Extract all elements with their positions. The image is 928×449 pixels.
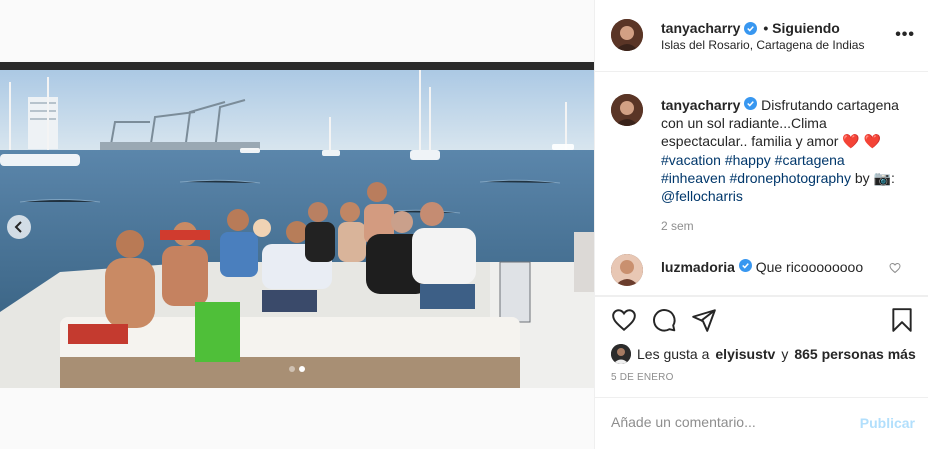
caption-text: tanyacharry Disfrutando cartagena con un…	[661, 96, 913, 205]
boat-family-photo	[0, 62, 594, 388]
instagram-post-page: tanyacharry • Siguiendo Islas del Rosari…	[0, 0, 928, 449]
comment-icon[interactable]	[651, 307, 677, 333]
likes-summary: Les gusta a elyisustv y 865 personas más	[611, 344, 916, 364]
username-link[interactable]: tanyacharry	[661, 97, 740, 113]
likes-prefix: Les gusta a	[637, 346, 710, 362]
avatar[interactable]	[611, 94, 643, 126]
camera-icon: 📷	[873, 169, 891, 186]
mention-link[interactable]: @fellocharris	[661, 188, 743, 204]
username-link[interactable]: luzmadoria	[661, 259, 735, 275]
username-link[interactable]: tanyacharry	[661, 20, 740, 36]
carousel-indicator	[0, 366, 594, 372]
comment-body: Que ricoooooooo	[755, 259, 864, 275]
carousel-dot-active	[299, 366, 305, 372]
publish-button[interactable]: Publicar	[860, 415, 915, 431]
location-link[interactable]: Islas del Rosario, Cartagena de Indias	[661, 38, 864, 52]
liker-username-link[interactable]: elyisustv	[715, 346, 775, 362]
hashtag-link[interactable]: #inheaven	[661, 170, 726, 186]
caption-colon: :	[890, 169, 895, 186]
comment-input[interactable]	[611, 414, 851, 430]
caption-by: by	[854, 169, 870, 186]
verified-badge-icon	[744, 21, 758, 35]
hashtag-link[interactable]: #cartagena	[775, 152, 845, 168]
follow-status-button[interactable]: • Siguiendo	[763, 20, 839, 36]
post-author: tanyacharry • Siguiendo	[661, 20, 840, 36]
caption-timestamp[interactable]: 2 sem	[661, 219, 694, 233]
hashtag-link[interactable]: #vacation	[661, 152, 721, 168]
likes-count-link[interactable]: 865 personas más	[794, 346, 915, 362]
verified-badge-icon	[744, 97, 758, 110]
carousel-prev-button[interactable]	[7, 215, 31, 239]
avatar[interactable]	[611, 19, 643, 51]
post-media	[0, 0, 594, 449]
profile-picture	[611, 19, 643, 51]
like-icon[interactable]	[611, 307, 637, 333]
add-comment-bar: Publicar	[595, 397, 928, 449]
heart-emoji: ❤️ ❤️	[842, 133, 882, 150]
profile-picture	[611, 94, 643, 126]
post-header: tanyacharry • Siguiendo Islas del Rosari…	[595, 0, 928, 72]
post-actions	[595, 296, 928, 344]
carousel-dot	[289, 366, 295, 372]
save-bookmark-icon[interactable]	[889, 307, 915, 333]
chevron-left-icon	[14, 221, 22, 233]
hashtag-link[interactable]: #dronephotography	[730, 170, 851, 186]
post-date[interactable]: 5 DE ENERO	[611, 372, 674, 383]
hashtag-link[interactable]: #happy	[725, 152, 771, 168]
post-side-panel: tanyacharry • Siguiendo Islas del Rosari…	[594, 0, 928, 449]
verified-badge-icon	[738, 259, 752, 272]
liker-picture	[611, 344, 631, 364]
commenter-picture	[611, 254, 643, 286]
comment-row: luzmadoria Que ricoooooooo	[595, 250, 928, 290]
liker-avatar[interactable]	[611, 344, 631, 364]
avatar[interactable]	[611, 254, 643, 286]
post-photo[interactable]	[0, 62, 594, 388]
comment-text: luzmadoria Que ricoooooooo	[661, 259, 863, 275]
likes-conj: y	[781, 346, 789, 362]
share-icon[interactable]	[691, 307, 717, 333]
more-options-icon[interactable]: •••	[895, 26, 915, 44]
like-comment-icon[interactable]	[889, 262, 901, 274]
